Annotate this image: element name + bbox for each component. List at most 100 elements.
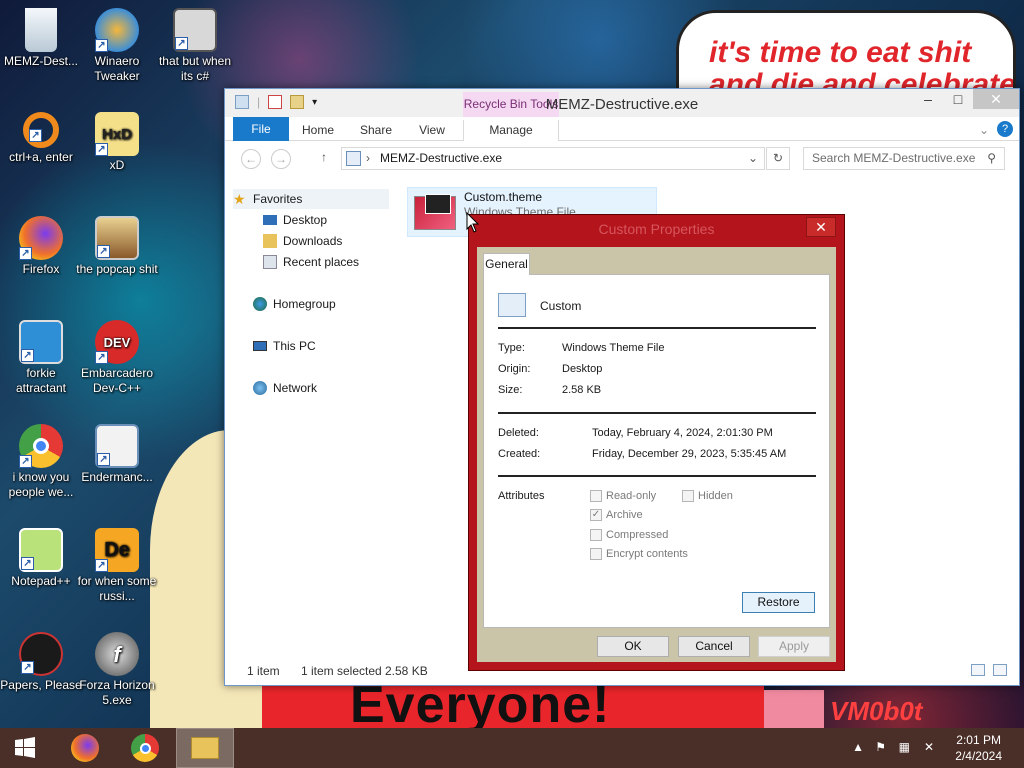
tab-general[interactable]: General — [483, 253, 530, 275]
large-icons-view-icon[interactable] — [993, 664, 1007, 676]
tab-file[interactable]: File — [233, 117, 289, 141]
nav-label: This PC — [273, 339, 316, 353]
shortcut-arrow-icon: ↗ — [21, 349, 34, 362]
taskbar-firefox[interactable] — [56, 728, 114, 768]
tab-home[interactable]: Home — [297, 120, 339, 141]
desktop-icon-forkie[interactable]: ↗ forkie attractant — [0, 320, 82, 396]
desktop-icon-enderman[interactable]: ↗ Endermanc... — [76, 424, 158, 485]
checkbox-icon — [682, 490, 694, 502]
search-icon[interactable]: ⚲ — [987, 148, 996, 169]
desktop-icon-firefox[interactable]: ↗ Firefox — [0, 216, 82, 277]
forward-button[interactable]: → — [271, 149, 291, 169]
nav-downloads[interactable]: Downloads — [263, 231, 342, 251]
desktop-icon-label: Forza Horizon 5.exe — [79, 678, 155, 707]
close-button[interactable]: ✕ — [973, 89, 1019, 109]
meme-text: it's time to eat shit — [709, 36, 972, 69]
system-clock[interactable]: 2:01 PM 2/4/2024 — [955, 732, 1002, 764]
properties-dialog: Custom Properties ✕ General Custom Type:… — [468, 214, 845, 671]
minimize-button[interactable]: – — [913, 89, 943, 109]
address-bar[interactable]: › MEMZ-Destructive.exe ⌄ — [341, 147, 765, 170]
desktop-icon-popcap[interactable]: ↗ the popcap shit — [76, 216, 158, 277]
desktop-icon-label: the popcap shit — [76, 262, 158, 276]
general-panel: Custom Type: Windows Theme File Origin: … — [483, 274, 830, 628]
network-icon[interactable]: ▦ — [899, 740, 910, 754]
hidden-checkbox[interactable]: Hidden — [682, 490, 733, 502]
taskbar-file-explorer[interactable] — [176, 728, 234, 768]
ribbon-expand-icon[interactable]: ⌄ — [977, 120, 991, 141]
desktop-icon-notepadpp[interactable]: ↗ Notepad++ — [0, 528, 82, 589]
refresh-button[interactable]: ↻ — [766, 147, 790, 170]
desktop-icon-winaero[interactable]: ↗ Winaero Tweaker — [76, 8, 158, 84]
flag-icon[interactable]: ⚑ — [875, 740, 886, 754]
dialog-close-button[interactable]: ✕ — [806, 217, 836, 237]
breadcrumb-chevron-icon[interactable]: › — [366, 148, 370, 169]
encrypt-checkbox[interactable]: Encrypt contents — [590, 548, 688, 560]
checkbox-label: Hidden — [698, 490, 733, 502]
ok-button[interactable]: OK — [597, 636, 669, 657]
show-hidden-icons[interactable]: ▲ — [852, 740, 864, 754]
type-value: Windows Theme File — [562, 342, 665, 354]
address-dropdown-icon[interactable]: ⌄ — [748, 148, 758, 169]
desktop-icon-recycle-bin[interactable]: MEMZ-Dest... — [0, 8, 82, 69]
desktop-icon-forza[interactable]: f Forza Horizon 5.exe — [76, 632, 158, 708]
firefox-icon — [71, 734, 99, 762]
desktop-icon-ctrl-a[interactable]: ↗ ctrl+a, enter — [0, 112, 82, 165]
tab-manage[interactable]: Manage — [463, 120, 559, 141]
nav-desktop[interactable]: Desktop — [263, 210, 327, 230]
selection-count: 1 item selected — [301, 664, 382, 678]
breadcrumb[interactable]: MEMZ-Destructive.exe — [380, 151, 502, 165]
readonly-checkbox[interactable]: Read-only — [590, 490, 656, 502]
compressed-checkbox[interactable]: Compressed — [590, 529, 668, 541]
back-button[interactable]: ← — [241, 149, 261, 169]
taskbar: ▲ ⚑ ▦ ✕ 2:01 PM 2/4/2024 — [0, 728, 1024, 768]
clock-date: 2/4/2024 — [955, 749, 1002, 763]
desktop-icon-label: xD — [109, 158, 125, 172]
shortcut-arrow-icon: ↗ — [21, 661, 34, 674]
explorer-titlebar[interactable]: | ▾ Recycle Bin Tools MEMZ-Destructive.e… — [225, 89, 1019, 117]
tab-share[interactable]: Share — [355, 120, 397, 141]
desktop-icon-stacked[interactable]: ↗ that but when its c# — [154, 8, 236, 84]
homegroup-icon — [253, 297, 267, 311]
divider — [498, 412, 816, 414]
nav-network[interactable]: Network — [253, 378, 317, 398]
navigation-pane: ★ Favorites Desktop Downloads Recent pla… — [225, 187, 391, 647]
checkbox-icon — [590, 548, 602, 560]
downloads-folder-icon — [263, 234, 277, 248]
tab-view[interactable]: View — [411, 120, 453, 141]
star-icon: ★ — [233, 191, 246, 207]
up-button[interactable]: ↑ — [321, 150, 327, 164]
nav-homegroup[interactable]: Homegroup — [253, 294, 336, 314]
help-icon[interactable]: ? — [997, 121, 1013, 137]
desktop-icon-label: Winaero Tweaker — [94, 54, 140, 83]
cancel-button[interactable]: Cancel — [678, 636, 750, 657]
desktop-icon-papers-please[interactable]: ↗ Papers, Please — [0, 632, 82, 693]
restore-button[interactable]: Restore — [742, 592, 815, 613]
deleted-label: Deleted: — [498, 427, 539, 439]
desktop-icon-label: Notepad++ — [11, 574, 71, 588]
origin-label: Origin: — [498, 363, 531, 375]
shortcut-arrow-icon: ↗ — [175, 37, 188, 50]
desktop-icon-devcpp[interactable]: DEV ↗ Embarcadero Dev-C++ — [76, 320, 158, 396]
apply-button[interactable]: Apply — [758, 636, 830, 657]
desktop-icon-label: for when some russi... — [77, 574, 157, 603]
shortcut-arrow-icon: ↗ — [97, 245, 110, 258]
nav-this-pc[interactable]: This PC — [253, 336, 316, 356]
desktop-icon-chrome[interactable]: ↗ i know you people we... — [0, 424, 82, 500]
stacked-windows-icon: ↗ — [173, 8, 217, 52]
search-input[interactable]: Search MEMZ-Destructive.exe ⚲ — [803, 147, 1005, 170]
taskbar-chrome[interactable] — [116, 728, 174, 768]
nav-favorites[interactable]: ★ Favorites — [233, 189, 389, 209]
archive-checkbox[interactable]: ✓ Archive — [590, 509, 643, 521]
desktop-icon-label: i know you people we... — [8, 470, 74, 499]
shortcut-arrow-icon: ↗ — [95, 351, 108, 364]
windows-logo-icon — [15, 737, 35, 758]
start-button[interactable] — [0, 728, 50, 768]
desktop-icon-xd[interactable]: HxD ↗ xD — [76, 112, 158, 173]
maximize-button[interactable]: □ — [943, 89, 973, 109]
desktop-icon-de[interactable]: De ↗ for when some russi... — [76, 528, 158, 604]
details-view-icon[interactable] — [971, 664, 985, 676]
network-icon — [253, 381, 267, 395]
nav-recent[interactable]: Recent places — [263, 252, 359, 272]
file-name: Custom — [540, 299, 582, 313]
volume-muted-icon[interactable]: ✕ — [924, 740, 934, 754]
